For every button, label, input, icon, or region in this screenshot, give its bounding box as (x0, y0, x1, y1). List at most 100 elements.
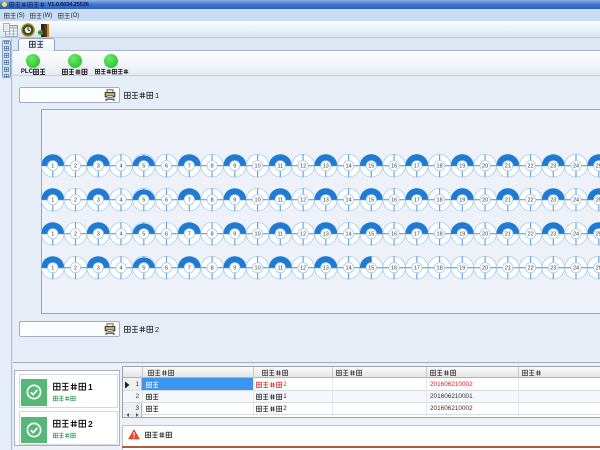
svg-text:23: 23 (550, 197, 556, 203)
svg-text:13: 13 (322, 265, 328, 271)
svg-text:3: 3 (96, 265, 99, 271)
svg-text:19: 19 (459, 265, 465, 271)
svg-text:4: 4 (119, 265, 122, 271)
svg-text:7: 7 (187, 163, 190, 169)
svg-text:19: 19 (459, 163, 465, 169)
svg-text:18: 18 (436, 163, 442, 169)
svg-text:7: 7 (187, 197, 190, 203)
svg-text:8: 8 (210, 265, 213, 271)
svg-text:12: 12 (300, 231, 306, 237)
svg-text:9: 9 (233, 197, 236, 203)
svg-text:15: 15 (368, 163, 374, 169)
svg-text:21: 21 (504, 197, 510, 203)
svg-text:11: 11 (277, 231, 283, 237)
svg-text:2: 2 (74, 197, 77, 203)
svg-text:21: 21 (504, 231, 510, 237)
svg-text:24: 24 (573, 197, 579, 203)
svg-text:17: 17 (413, 265, 419, 271)
svg-text:8: 8 (210, 231, 213, 237)
svg-text:10: 10 (254, 231, 260, 237)
svg-text:17: 17 (413, 231, 419, 237)
svg-text:15: 15 (368, 231, 374, 237)
svg-text:23: 23 (550, 231, 556, 237)
svg-text:14: 14 (345, 197, 351, 203)
svg-text:20: 20 (482, 265, 488, 271)
svg-text:13: 13 (322, 231, 328, 237)
svg-text:4: 4 (119, 163, 122, 169)
svg-text:6: 6 (165, 197, 168, 203)
svg-text:1: 1 (51, 231, 54, 237)
svg-text:18: 18 (436, 197, 442, 203)
svg-text:6: 6 (165, 163, 168, 169)
svg-text:22: 22 (527, 163, 533, 169)
svg-text:11: 11 (277, 265, 283, 271)
svg-text:16: 16 (391, 197, 397, 203)
svg-text:16: 16 (391, 231, 397, 237)
svg-text:10: 10 (254, 265, 260, 271)
svg-text:11: 11 (277, 163, 283, 169)
svg-text:8: 8 (210, 163, 213, 169)
svg-text:8: 8 (210, 197, 213, 203)
svg-text:3: 3 (96, 163, 99, 169)
svg-text:5: 5 (142, 197, 145, 203)
svg-text:25: 25 (595, 231, 600, 237)
svg-text:12: 12 (300, 265, 306, 271)
svg-text:19: 19 (459, 231, 465, 237)
svg-text:20: 20 (482, 231, 488, 237)
svg-text:20: 20 (482, 197, 488, 203)
svg-text:16: 16 (391, 265, 397, 271)
svg-text:25: 25 (595, 197, 600, 203)
svg-text:5: 5 (142, 231, 145, 237)
svg-text:7: 7 (187, 231, 190, 237)
svg-text:2: 2 (74, 265, 77, 271)
svg-text:14: 14 (345, 231, 351, 237)
svg-text:11: 11 (277, 197, 283, 203)
svg-text:18: 18 (436, 265, 442, 271)
svg-text:3: 3 (96, 197, 99, 203)
svg-text:22: 22 (527, 197, 533, 203)
svg-text:24: 24 (573, 231, 579, 237)
svg-text:24: 24 (573, 265, 579, 271)
svg-text:3: 3 (96, 231, 99, 237)
svg-text:24: 24 (573, 163, 579, 169)
svg-text:13: 13 (322, 163, 328, 169)
svg-text:9: 9 (233, 265, 236, 271)
svg-text:23: 23 (550, 265, 556, 271)
svg-text:15: 15 (368, 265, 374, 271)
svg-text:12: 12 (300, 197, 306, 203)
svg-text:17: 17 (413, 163, 419, 169)
svg-text:12: 12 (300, 163, 306, 169)
svg-text:1: 1 (51, 265, 54, 271)
svg-text:14: 14 (345, 265, 351, 271)
svg-text:18: 18 (436, 231, 442, 237)
svg-text:15: 15 (368, 197, 374, 203)
svg-text:21: 21 (504, 265, 510, 271)
svg-text:6: 6 (165, 265, 168, 271)
svg-text:25: 25 (595, 163, 600, 169)
svg-text:17: 17 (413, 197, 419, 203)
svg-text:22: 22 (527, 265, 533, 271)
svg-text:21: 21 (504, 163, 510, 169)
svg-text:4: 4 (119, 197, 122, 203)
svg-text:19: 19 (459, 197, 465, 203)
svg-text:6: 6 (165, 231, 168, 237)
svg-text:5: 5 (142, 265, 145, 271)
svg-text:2: 2 (74, 163, 77, 169)
svg-text:9: 9 (233, 163, 236, 169)
svg-text:22: 22 (527, 231, 533, 237)
svg-text:23: 23 (550, 163, 556, 169)
svg-text:4: 4 (119, 231, 122, 237)
svg-text:16: 16 (391, 163, 397, 169)
svg-text:10: 10 (254, 163, 260, 169)
svg-text:14: 14 (345, 163, 351, 169)
svg-text:25: 25 (595, 265, 600, 271)
svg-text:1: 1 (51, 197, 54, 203)
svg-text:1: 1 (51, 163, 54, 169)
svg-text:20: 20 (482, 163, 488, 169)
svg-text:9: 9 (233, 231, 236, 237)
svg-text:2: 2 (74, 231, 77, 237)
svg-text:7: 7 (187, 265, 190, 271)
svg-text:5: 5 (142, 163, 145, 169)
svg-text:10: 10 (254, 197, 260, 203)
svg-text:13: 13 (322, 197, 328, 203)
